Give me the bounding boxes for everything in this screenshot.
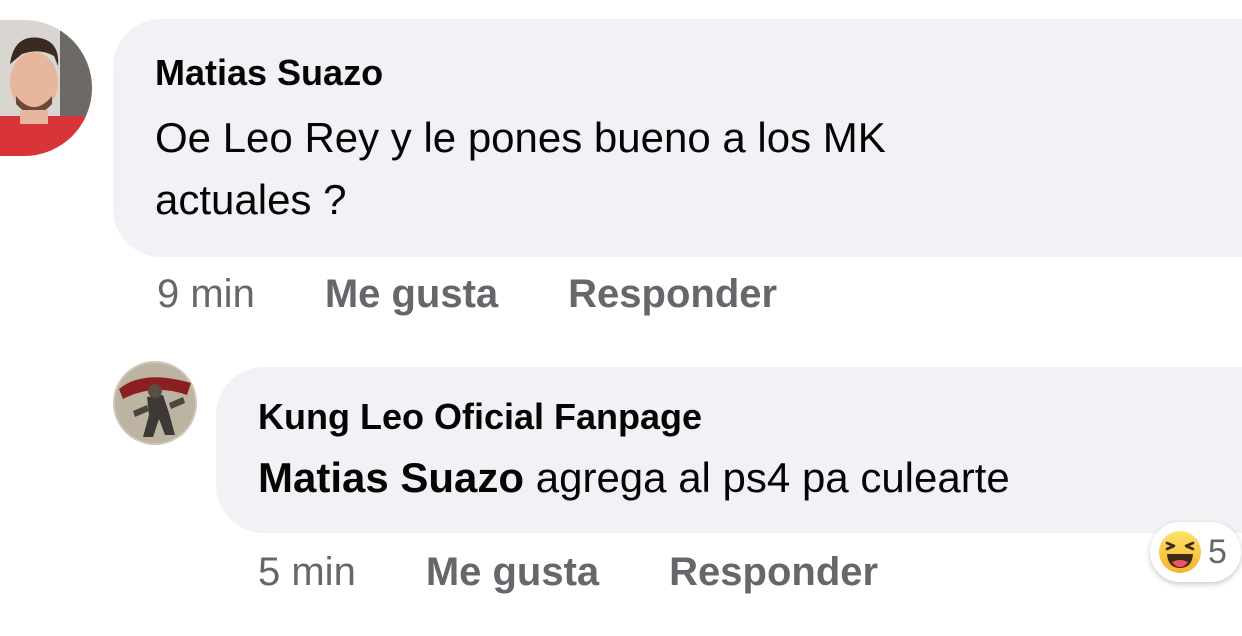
comment-author[interactable]: Kung Leo Oficial Fanpage (258, 395, 1212, 439)
comment-actions: 5 min Me gusta Responder (258, 546, 878, 598)
like-button[interactable]: Me gusta (426, 550, 599, 595)
reaction-count: 5 (1208, 532, 1227, 571)
comment-text-body: agrega al ps4 pa culearte (524, 454, 1010, 501)
comment-bubble: Kung Leo Oficial Fanpage Matias Suazo ag… (216, 367, 1242, 533)
haha-emoji-icon (1159, 531, 1201, 573)
comment-text-line: actuales ? (155, 176, 347, 223)
comment-author[interactable]: Matias Suazo (155, 51, 1202, 95)
comment-bubble: Matias Suazo Oe Leo Rey y le pones bueno… (113, 19, 1242, 257)
comment-text: Matias Suazo agrega al ps4 pa culearte (258, 447, 1212, 509)
comment-text-line: Oe Leo Rey y le pones bueno a los MK (155, 114, 886, 161)
comment-actions: 9 min Me gusta Responder (157, 268, 777, 320)
comment-text: Oe Leo Rey y le pones bueno a los MK act… (155, 107, 1202, 231)
like-button[interactable]: Me gusta (325, 272, 498, 317)
reply-button[interactable]: Responder (669, 550, 878, 595)
comment-thread: Matias Suazo Oe Leo Rey y le pones bueno… (0, 0, 1242, 636)
reaction-summary[interactable]: 5 (1150, 522, 1241, 582)
comment-timestamp[interactable]: 9 min (157, 272, 255, 317)
avatar[interactable] (113, 361, 197, 445)
avatar[interactable] (0, 20, 92, 156)
reply-button[interactable]: Responder (568, 272, 777, 317)
comment-timestamp[interactable]: 5 min (258, 550, 356, 595)
mention-link[interactable]: Matias Suazo (258, 454, 524, 501)
